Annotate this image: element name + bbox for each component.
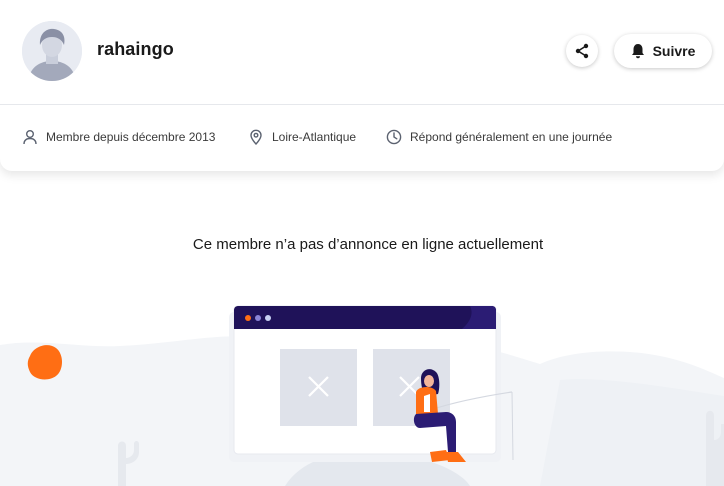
default-avatar-icon (22, 21, 82, 81)
profile-header: rahaingo Suivre (0, 0, 724, 105)
response-time-text: Répond généralement en une journée (410, 130, 613, 144)
window-dot-orange (245, 315, 251, 321)
location: Loire-Atlantique (248, 129, 356, 145)
follow-button[interactable]: Suivre (614, 34, 712, 68)
person-face (424, 375, 434, 387)
member-since-text: Membre depuis décembre 2013 (46, 130, 216, 144)
username: rahaingo (97, 39, 174, 59)
browser-window (229, 305, 501, 462)
profile-header-card: rahaingo Suivre Membre depuis décembre 2… (0, 0, 724, 171)
window-dot-violet (255, 315, 261, 321)
avatar (22, 21, 82, 81)
empty-state-message: Ce membre n’a pas d’annonce en ligne act… (192, 236, 544, 253)
share-button[interactable] (566, 35, 598, 67)
clock-icon (386, 129, 402, 145)
member-since: Membre depuis décembre 2013 (22, 129, 215, 145)
follow-label: Suivre (652, 43, 696, 59)
profile-info-row: Membre depuis décembre 2013 Loire-Atlant… (0, 105, 724, 171)
location-pin-icon (250, 129, 262, 145)
window-dot-light (265, 315, 271, 321)
background-hill-right (540, 379, 724, 486)
location-text: Loire-Atlantique (272, 130, 357, 144)
bell-icon (631, 44, 644, 59)
empty-state-illustration (0, 305, 724, 486)
share-icon (575, 43, 589, 59)
response-time: Répond généralement en une journée (386, 129, 612, 145)
user-icon (23, 130, 37, 145)
browser-titlebar (234, 306, 496, 329)
person-shirt (424, 394, 430, 412)
